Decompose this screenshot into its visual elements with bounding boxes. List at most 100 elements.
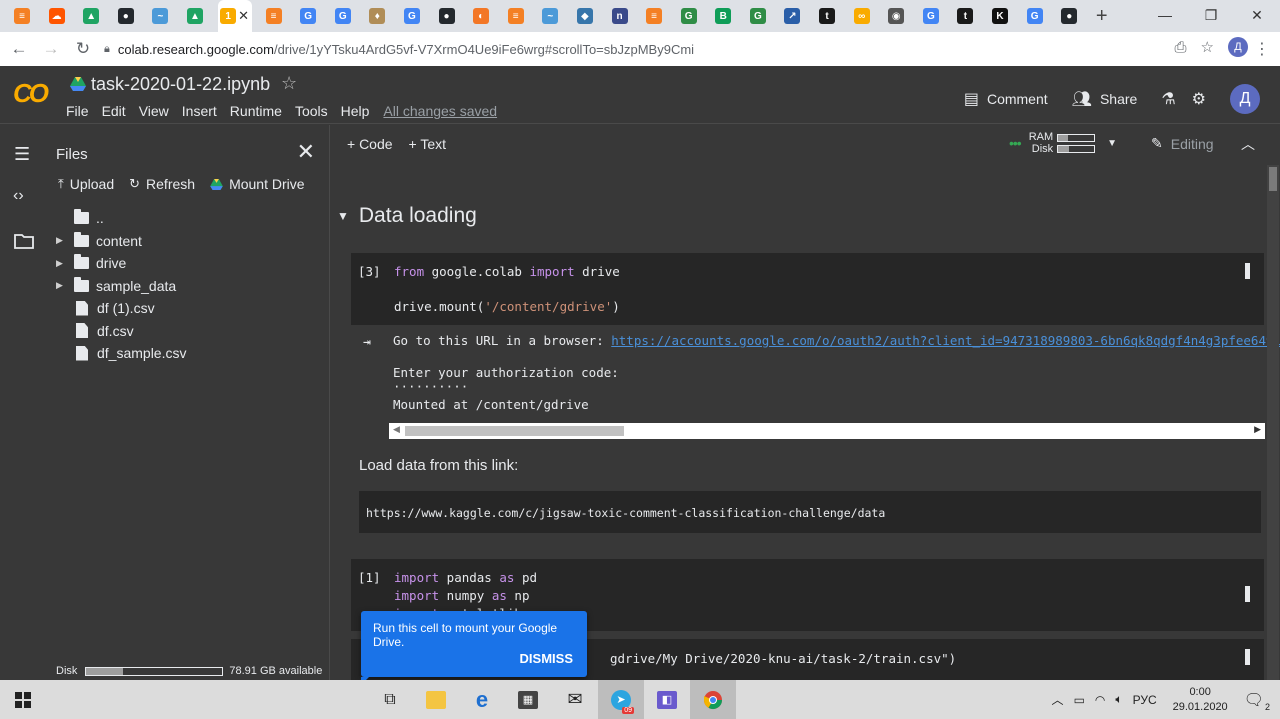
editing-mode-button[interactable]: ✎ Editing — [1151, 135, 1214, 152]
volume-icon[interactable]: 🔈︎ — [1115, 692, 1122, 707]
browser-tab[interactable]: ≡ — [642, 0, 666, 32]
chevron-up-icon[interactable]: ︿ — [1052, 691, 1064, 708]
browser-tab[interactable]: ♦ — [365, 0, 389, 32]
menu-view[interactable]: View — [139, 103, 169, 119]
browser-tab[interactable]: ▲ — [183, 0, 207, 32]
forward-arrow-icon[interactable]: → — [38, 39, 64, 59]
file-item[interactable]: df (1).csv — [48, 297, 155, 319]
mount-drive-button[interactable]: Mount Drive — [210, 176, 305, 192]
upload-button[interactable]: ⤒ Upload — [58, 176, 114, 192]
browser-tab[interactable]: G — [296, 0, 320, 32]
file-explorer-icon[interactable] — [413, 680, 459, 719]
mail-icon[interactable]: ✉ — [552, 680, 598, 719]
browser-tab[interactable]: G — [677, 0, 701, 32]
translate-icon[interactable]: ⎙ — [1175, 39, 1187, 56]
browser-tab[interactable]: G — [1023, 0, 1047, 32]
settings-button[interactable]: ⚙︎ — [1192, 89, 1214, 109]
colab-logo[interactable]: CO — [13, 78, 49, 109]
browser-tab[interactable]: G — [746, 0, 770, 32]
cell-menu-handle[interactable] — [1245, 649, 1250, 665]
browser-tab[interactable]: ↗ — [780, 0, 804, 32]
folder-item[interactable]: ▶ content — [48, 230, 142, 252]
expand-caret-icon[interactable]: ▶ — [56, 280, 66, 291]
profile-avatar[interactable]: Д — [1228, 37, 1248, 57]
expand-caret-icon[interactable]: ▶ — [56, 235, 66, 246]
browser-tab[interactable]: G — [400, 0, 424, 32]
browser-tab[interactable]: B — [711, 0, 735, 32]
oauth-link[interactable]: https://accounts.google.com/o/oauth2/aut… — [611, 333, 1280, 348]
browser-tab[interactable]: n — [608, 0, 632, 32]
browser-tab[interactable]: ~ — [538, 0, 562, 32]
browser-tab[interactable]: ~ — [148, 0, 172, 32]
text-cell[interactable]: Load data from this link: — [359, 457, 518, 474]
scroll-right-icon[interactable]: ▶ — [1254, 424, 1261, 435]
labs-flask-button[interactable]: ⚗︎ — [1161, 89, 1183, 109]
browser-tab[interactable]: ≡ — [262, 0, 286, 32]
code-snippets-icon[interactable]: ‹› — [13, 187, 24, 205]
browser-tab[interactable]: ◆ — [573, 0, 597, 32]
refresh-button[interactable]: ↻ Refresh — [129, 176, 195, 192]
scrollbar-thumb[interactable] — [1269, 167, 1277, 191]
comment-button[interactable]: ▤ Comment — [964, 89, 1048, 109]
edge-browser-icon[interactable]: e — [459, 680, 505, 719]
scrollbar-thumb[interactable] — [405, 426, 624, 436]
menu-file[interactable]: File — [66, 103, 89, 119]
user-avatar[interactable]: Д — [1230, 84, 1260, 114]
file-item[interactable]: df.csv — [48, 320, 134, 342]
browser-tab[interactable]: ☁ — [45, 0, 69, 32]
dismiss-button[interactable]: DISMISS — [520, 651, 573, 666]
bookmark-star-icon[interactable]: ☆ — [1201, 38, 1214, 56]
windows-start-icon[interactable] — [0, 680, 46, 719]
menu-edit[interactable]: Edit — [102, 103, 126, 119]
store-icon[interactable]: ▦ — [505, 680, 551, 719]
browser-tab[interactable]: G — [331, 0, 355, 32]
browser-tab[interactable]: t — [815, 0, 839, 32]
add-text-button[interactable]: + Text — [409, 136, 447, 152]
language-indicator[interactable]: РУС — [1133, 693, 1157, 707]
add-code-button[interactable]: + Code — [347, 136, 393, 152]
browser-tab[interactable]: G — [919, 0, 943, 32]
collapse-header-icon[interactable]: ︿ — [1241, 134, 1255, 154]
table-of-contents-icon[interactable]: ☰ — [14, 144, 30, 165]
browser-tab[interactable]: ▲ — [79, 0, 103, 32]
browser-tab[interactable]: K — [988, 0, 1012, 32]
browser-tab[interactable]: ≡ — [504, 0, 528, 32]
browser-tab[interactable]: ∞ — [850, 0, 874, 32]
chevron-down-icon[interactable]: ▼ — [1107, 138, 1117, 149]
resource-monitor[interactable]: ••• RAM Disk ▼ — [1009, 131, 1117, 155]
notebook-title[interactable]: task-2020-01-22.ipynb — [91, 74, 270, 95]
browser-tab[interactable]: ◐ — [469, 0, 493, 32]
browser-menu-icon[interactable]: ⋮ — [1254, 39, 1270, 59]
battery-icon[interactable]: ▭ — [1074, 693, 1085, 707]
share-button[interactable]: 👥︎ Share — [1072, 89, 1138, 109]
output-horizontal-scrollbar[interactable]: ◀ ▶ — [389, 423, 1265, 439]
scroll-left-icon[interactable]: ◀ — [393, 424, 400, 435]
menu-help[interactable]: Help — [341, 103, 370, 119]
browser-tab[interactable]: ≡ — [10, 0, 34, 32]
browser-tab[interactable]: ● — [114, 0, 138, 32]
reload-icon[interactable]: ↻ — [70, 39, 96, 59]
browser-tab[interactable]: ● — [435, 0, 459, 32]
code-cell-mount-drive[interactable]: [3] from google.colab import drive drive… — [351, 253, 1264, 325]
browser-tab[interactable]: t — [953, 0, 977, 32]
browser-tab-active[interactable]: 1 ✕ — [217, 0, 252, 32]
expand-caret-icon[interactable]: ▶ — [56, 258, 66, 269]
cell-menu-handle[interactable] — [1245, 263, 1250, 279]
clock[interactable]: 0:00 29.01.2020 — [1173, 685, 1228, 715]
url-input[interactable]: 🔒︎ colab.research.google.com/drive/1yYTs… — [104, 37, 1140, 61]
browser-tab[interactable]: ● — [1057, 0, 1081, 32]
close-icon[interactable]: ✕ — [297, 139, 315, 165]
notebook-scrollbar[interactable] — [1267, 165, 1279, 680]
file-item[interactable]: df_sample.csv — [48, 342, 186, 364]
chrome-icon[interactable] — [690, 680, 736, 719]
menu-runtime[interactable]: Runtime — [230, 103, 282, 119]
restore-icon[interactable]: ❐ — [1188, 0, 1234, 32]
task-view-icon[interactable]: ⧉ — [367, 680, 413, 719]
menu-tools[interactable]: Tools — [295, 103, 328, 119]
save-status[interactable]: All changes saved — [383, 103, 497, 119]
browser-tab[interactable]: ◉ — [884, 0, 908, 32]
minimize-icon[interactable]: — — [1142, 0, 1188, 32]
close-tab-icon[interactable]: ✕ — [238, 8, 249, 24]
telegram-icon[interactable]: ➤ 09 — [598, 680, 644, 719]
folder-item[interactable]: ▶ drive — [48, 252, 126, 274]
